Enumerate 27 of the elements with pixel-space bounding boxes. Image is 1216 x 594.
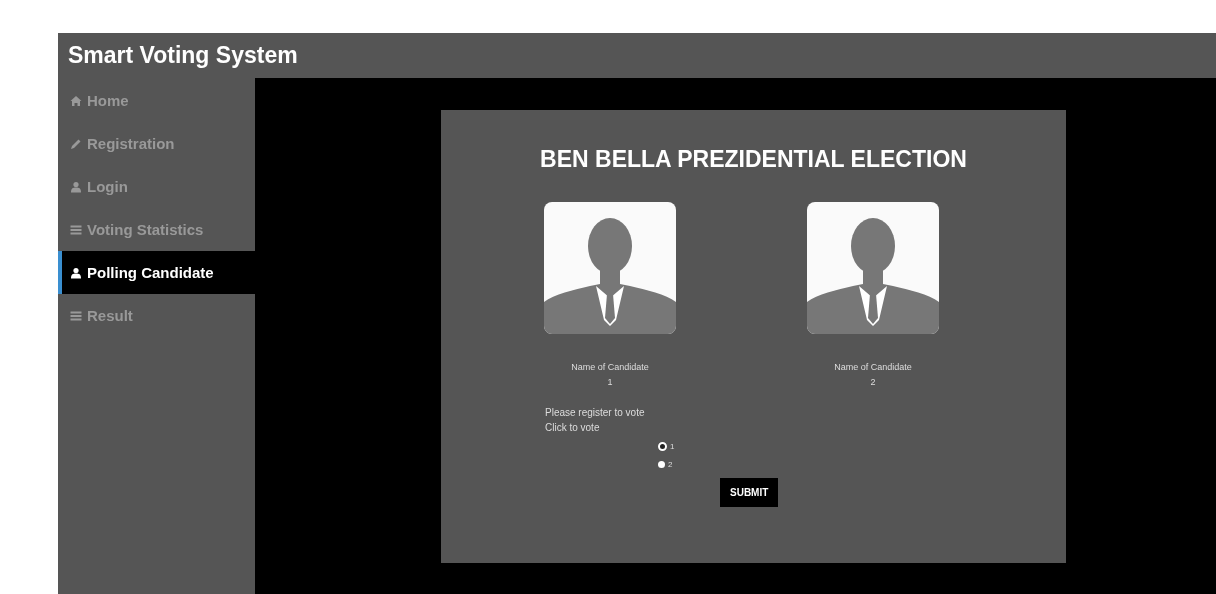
home-icon — [70, 94, 82, 107]
election-title: BEN BELLA PREZIDENTIAL ELECTION — [539, 146, 968, 173]
candidate-name: Name of Candidate — [834, 362, 912, 372]
sidebar-item[interactable]: Voting Statistics — [58, 208, 255, 251]
sidebar-item[interactable]: Registration — [58, 122, 255, 165]
sidebar-item[interactable]: Result — [58, 294, 255, 337]
user-icon — [70, 266, 82, 279]
list-icon — [70, 223, 82, 236]
submit-button[interactable]: SUBMIT — [720, 478, 779, 507]
user-icon — [70, 180, 82, 193]
sidebar-item[interactable]: Polling Candidate — [58, 251, 255, 294]
radio-label: 1 — [670, 442, 675, 451]
sidebar-item[interactable]: Home — [58, 79, 255, 122]
candidate-number: 2 — [870, 377, 876, 387]
person-silhouette-icon — [807, 202, 939, 334]
radio-button[interactable] — [658, 461, 665, 468]
radio-button[interactable] — [658, 442, 667, 451]
register-notice: Please register to vote — [545, 406, 646, 420]
sidebar-item[interactable]: Login — [58, 165, 255, 208]
list-icon — [70, 309, 82, 322]
app-title: Smart Voting System — [68, 42, 298, 69]
vote-prompt: Click to vote — [545, 421, 601, 435]
candidate-name: Name of Candidate — [571, 362, 649, 372]
candidate-number: 1 — [607, 377, 613, 387]
pencil-icon — [70, 137, 82, 150]
person-silhouette-icon — [544, 202, 676, 334]
radio-label: 2 — [668, 460, 673, 469]
